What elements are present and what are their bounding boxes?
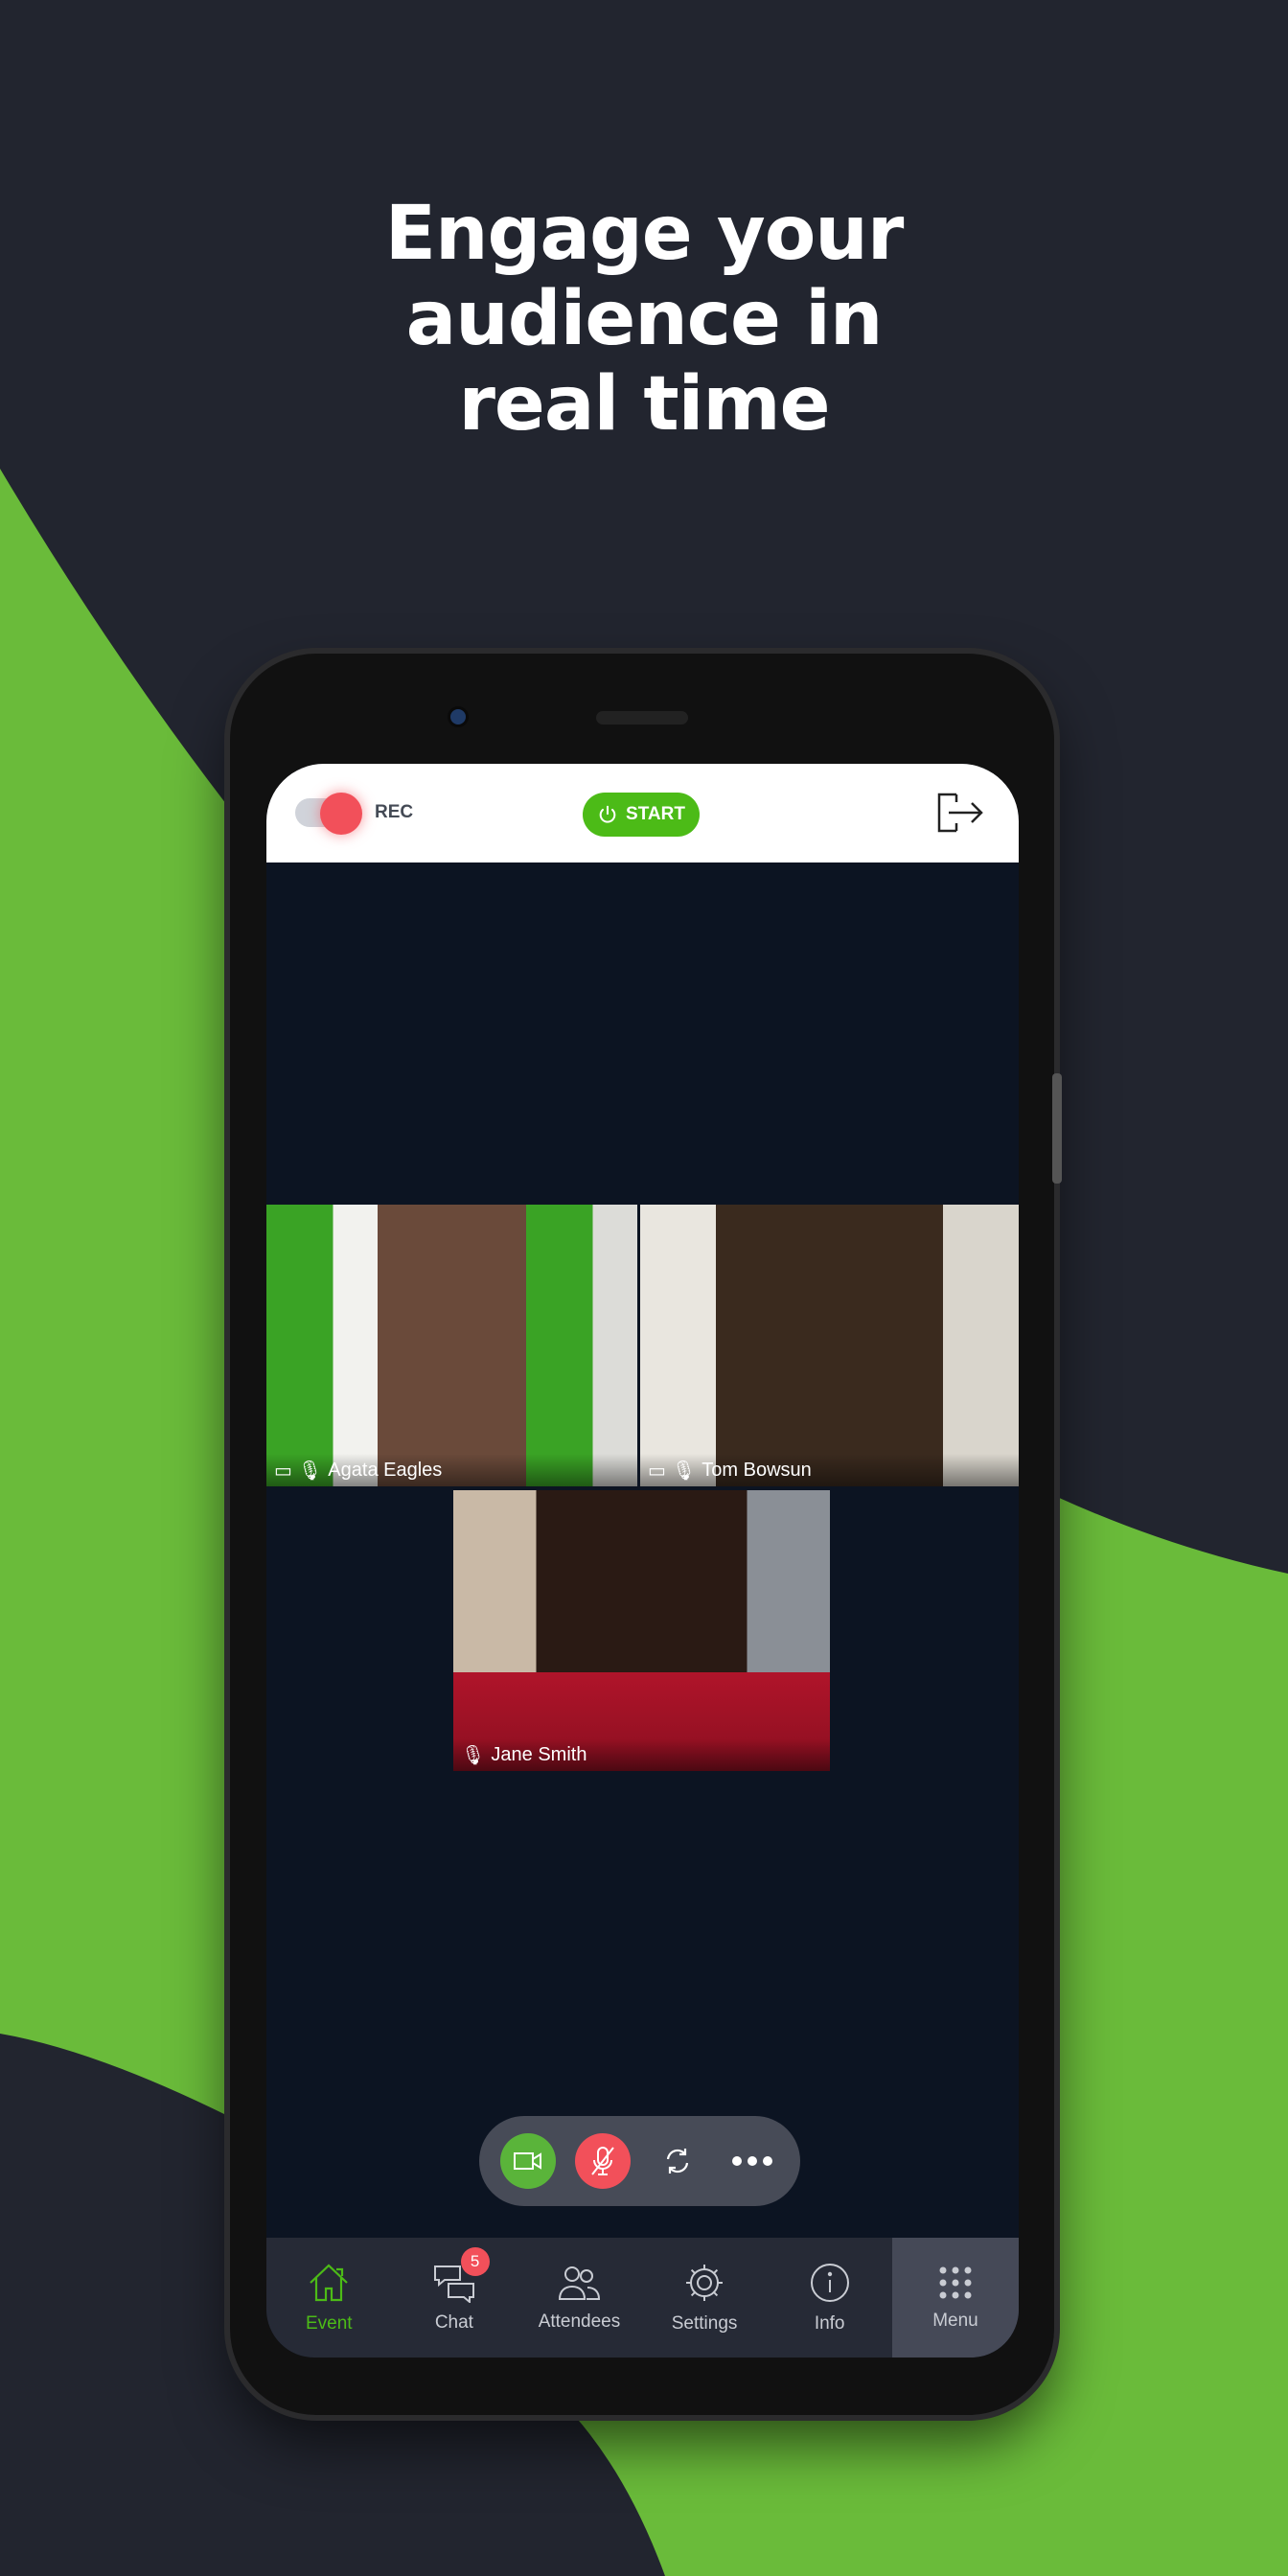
microphone-icon: 🎙: [297, 1460, 323, 1482]
nav-item-settings[interactable]: Settings: [642, 2238, 768, 2358]
more-button[interactable]: [724, 2133, 780, 2189]
nav-item-attendees[interactable]: Attendees: [517, 2238, 642, 2358]
nav-item-event[interactable]: Event: [266, 2238, 392, 2358]
power-icon: [599, 805, 616, 823]
grid-icon: [939, 2266, 972, 2298]
microphone-icon: 🎙: [671, 1460, 697, 1482]
nav-label: Attendees: [538, 2311, 621, 2332]
participant-name: Jane Smith: [491, 1743, 587, 1765]
chat-badge: 5: [460, 2247, 490, 2276]
participant-video: [640, 1205, 1019, 1486]
earpiece-speaker: [596, 711, 688, 724]
nav-item-menu[interactable]: Menu: [891, 2238, 1019, 2358]
participant-name: Agata Eagles: [328, 1459, 443, 1481]
mic-off-icon: [591, 2147, 614, 2175]
nav-label: Info: [814, 2312, 845, 2334]
video-tile[interactable]: 🎙 Jane Smith: [453, 1490, 830, 1771]
bottom-nav: Event 5 Chat Attendees Settings Info Men…: [266, 2238, 1019, 2358]
phone-side-button: [1052, 1073, 1062, 1184]
video-camera-icon: ▭: [274, 1460, 292, 1482]
more-icon: [732, 2156, 772, 2166]
nav-item-chat[interactable]: 5 Chat: [392, 2238, 518, 2358]
front-camera: [450, 709, 466, 724]
camera-toggle-button[interactable]: [500, 2133, 556, 2189]
info-icon: [810, 2263, 849, 2302]
attendees-icon: [559, 2266, 601, 2300]
home-icon: [310, 2263, 349, 2301]
video-camera-icon: ▭: [648, 1460, 666, 1482]
participant-video: [266, 1205, 637, 1486]
start-button[interactable]: START: [583, 793, 700, 837]
nav-label: Chat: [434, 2312, 473, 2333]
call-controls: [479, 2116, 800, 2206]
headline-line-3: real time: [458, 361, 830, 448]
participant-name: Tom Bowsun: [702, 1459, 812, 1481]
nav-label: Settings: [671, 2312, 738, 2334]
headline-line-2: audience in: [405, 276, 884, 362]
video-tile[interactable]: ▭ 🎙 Tom Bowsun: [640, 1205, 1019, 1486]
headline-line-1: Engage your: [384, 191, 905, 277]
record-toggle-knob[interactable]: [320, 793, 362, 835]
nav-item-info[interactable]: Info: [767, 2238, 892, 2358]
headline: Engage your audience in real time: [0, 192, 1288, 448]
microphone-icon: 🎙: [461, 1744, 486, 1766]
nav-label: Event: [306, 2312, 353, 2334]
record-label: REC: [375, 802, 414, 822]
start-label: START: [626, 804, 685, 824]
nav-label: Menu: [932, 2310, 978, 2331]
switch-camera-button[interactable]: [650, 2133, 705, 2189]
top-bar: REC START: [266, 764, 1019, 862]
video-tile[interactable]: ▭ 🎙 Agata Eagles: [266, 1205, 637, 1486]
video-camera-icon: [514, 2152, 541, 2170]
switch-camera-icon: [666, 2149, 689, 2174]
exit-icon[interactable]: [935, 791, 985, 835]
gear-icon: [686, 2264, 724, 2301]
mic-toggle-button[interactable]: [575, 2133, 631, 2189]
app-screen: REC START ▭ 🎙 Agata Eagles ▭ 🎙 Tom Bowsu…: [266, 764, 1019, 2358]
